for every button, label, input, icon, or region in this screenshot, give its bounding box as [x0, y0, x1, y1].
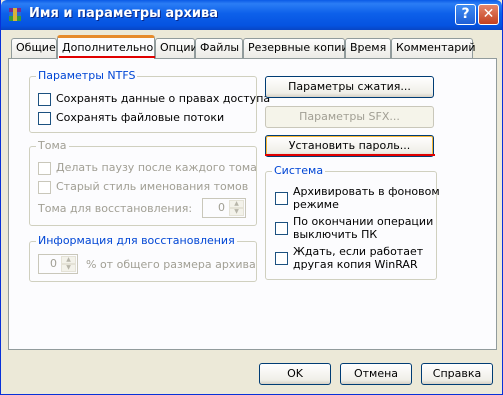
recovery-suffix: % от общего размера архива: [86, 258, 256, 271]
winrar-icon: [9, 8, 21, 21]
tab-backup[interactable]: Резервные копии: [243, 38, 349, 58]
close-button[interactable]: ✕: [478, 4, 499, 25]
volumes-group: Тома Делать паузу после каждого тома Ста…: [29, 139, 257, 226]
tab-highlight-underline: [59, 56, 155, 58]
tab-time[interactable]: Время: [345, 38, 391, 58]
archive-dialog: Имя и параметры архива ? ✕ Общие Дополни…: [0, 0, 503, 395]
window-title: Имя и параметры архива: [29, 6, 218, 21]
recovery-volumes-spinner[interactable]: 0 ▲ ▼: [202, 198, 246, 218]
system-legend: Система: [272, 164, 326, 177]
recovery-spin-up-icon[interactable]: ▲: [61, 256, 76, 264]
save-streams-checkbox[interactable]: [38, 112, 51, 125]
title-bar[interactable]: Имя и параметры архива ? ✕: [1, 0, 502, 30]
recovery-spinner-arrows[interactable]: ▲ ▼: [61, 256, 76, 272]
help-button[interactable]: Справка: [421, 363, 493, 385]
tab-general[interactable]: Общие: [11, 38, 57, 58]
recovery-spin-down-icon[interactable]: ▼: [61, 264, 76, 272]
ntfs-group: Параметры NTFS Сохранять данные о правах…: [29, 69, 270, 133]
background-label-line1: Архивировать в фоновом: [293, 185, 440, 198]
tab-options[interactable]: Опции: [155, 38, 198, 58]
wait-label: Ждать, если работает другая копия WinRAR: [293, 245, 423, 271]
wait-label-line1: Ждать, если работает: [293, 245, 424, 258]
advanced-panel: Параметры NTFS Сохранять данные о правах…: [8, 58, 497, 350]
background-label: Архивировать в фоновом режиме: [293, 185, 440, 211]
save-permissions-label: Сохранять данные о правах доступа: [56, 92, 271, 105]
shutdown-checkbox[interactable]: [275, 222, 288, 235]
ntfs-legend: Параметры NTFS: [36, 69, 138, 82]
cancel-button[interactable]: Отмена: [340, 363, 412, 385]
tab-comment[interactable]: Комментарий: [391, 38, 476, 58]
wait-label-line2: другая копия WinRAR: [293, 258, 418, 271]
system-group: Система Архивировать в фоновом режиме По…: [265, 164, 440, 280]
recovery-percent-spinner[interactable]: 0 ▲ ▼: [38, 254, 78, 274]
recovery-volumes-label: Тома для восстановления:: [38, 202, 193, 215]
sfx-settings-button[interactable]: Параметры SFX...: [265, 106, 434, 128]
shutdown-label-line1: По окончании операции: [293, 215, 434, 228]
spin-up-icon[interactable]: ▲: [229, 200, 244, 208]
spin-down-icon[interactable]: ▼: [229, 208, 244, 216]
save-streams-label: Сохранять файловые потоки: [56, 111, 225, 124]
pause-volume-label: Делать паузу после каждого тома: [56, 161, 257, 174]
help-title-button[interactable]: ?: [455, 4, 476, 25]
shutdown-label: По окончании операции выключить ПК: [293, 215, 433, 241]
recovery-legend: Информация для восстановления: [36, 234, 237, 247]
background-checkbox[interactable]: [275, 192, 288, 205]
compression-settings-button[interactable]: Параметры сжатия...: [265, 76, 434, 98]
pause-volume-checkbox[interactable]: [38, 162, 51, 175]
old-naming-checkbox[interactable]: [38, 181, 51, 194]
save-permissions-checkbox[interactable]: [38, 93, 51, 106]
wait-checkbox[interactable]: [275, 252, 288, 265]
tab-files[interactable]: Файлы: [195, 38, 243, 58]
password-highlight-underline: [265, 154, 435, 156]
ok-button[interactable]: OK: [259, 363, 331, 385]
shutdown-label-line2: выключить ПК: [293, 228, 378, 241]
recovery-group: Информация для восстановления 0 ▲ ▼ % от…: [29, 234, 257, 282]
background-label-line2: режиме: [293, 198, 339, 211]
recovery-percent-value: 0: [50, 257, 57, 270]
volumes-legend: Тома: [36, 139, 69, 152]
old-naming-label: Старый стиль именования томов: [56, 180, 249, 193]
recovery-volumes-value: 0: [218, 201, 225, 214]
spinner-arrows[interactable]: ▲ ▼: [229, 200, 244, 216]
